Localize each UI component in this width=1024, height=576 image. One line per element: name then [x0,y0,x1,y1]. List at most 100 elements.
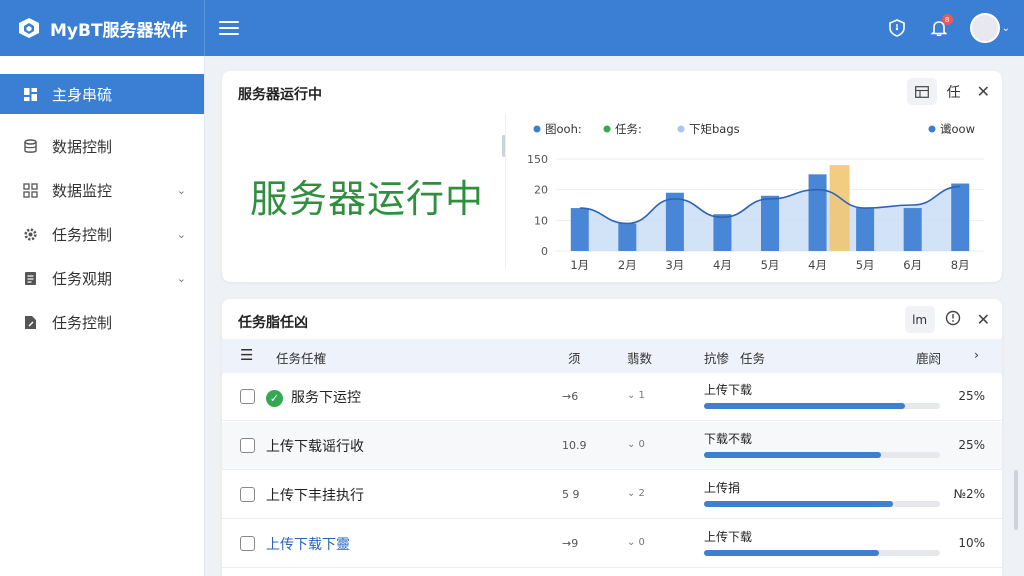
col-c1[interactable]: 须 [568,348,581,367]
col-task[interactable]: 任务 [740,348,765,367]
chevron-down-icon[interactable]: ⌄ [1002,23,1010,34]
legend-marker [533,125,541,133]
legend-marker [603,125,611,133]
count-cell: ⌄ 0 [627,537,645,548]
col-pct[interactable]: 鹿阏 [916,348,941,367]
sidebar-item-label: 任务控制 [52,225,113,244]
task-name-cell: 上传下载下靈 [266,534,350,554]
notification-badge: 8 [941,14,953,25]
chevron-down-icon[interactable]: ⌄ [177,228,186,241]
table-row[interactable]: 上传下载下靈 →9 ⌄ 0 上传下载 10% [222,520,1002,568]
highlight-bar [829,165,850,251]
avatar[interactable] [969,13,1000,43]
y-tick-label: 20 [534,184,548,197]
table-row[interactable]: 上传下载谣行收 10.9 ⌄ 0 下载不载 25% [222,422,1002,470]
shield-alert-icon[interactable] [886,17,908,39]
lm-button[interactable]: lm [904,306,935,333]
table-row[interactable]: 上传下丰挂执行 5 9 ⌄ 2 上传捐 №2% [222,471,1002,519]
task-tool-label[interactable]: 任 [947,82,961,102]
task-name: 上传下载谣行收 [266,439,364,455]
row-checkbox[interactable] [240,389,255,404]
sidebar-item-4[interactable]: 任务观期 ⌄ [0,256,204,300]
chevron-right-icon[interactable]: › [974,347,979,362]
task-list-card: 任务脂任凶 lm ✕ ☰ 任务任榷 须 翡数 抗惨 任务 鹿阏 › ✓ 服务下运控… [222,299,1002,576]
sidebar-item-0[interactable]: 主身串硫 [0,74,204,114]
bar [570,208,589,251]
chevron-down-icon[interactable]: ⌄ [177,184,186,197]
sidebar-item-1[interactable]: 数据控制 [0,124,204,168]
col-c2[interactable]: 翡数 [627,348,652,367]
x-tick-label: 4月 [808,258,827,272]
sidebar: 主身串硫数据控制数据监控 ⌄ 任务控制 ⌄ 任务观期 ⌄ 任务控制 [0,56,205,576]
check-circle-icon: ✓ [266,389,283,407]
value-cell: →6 [562,390,579,403]
clock-icon[interactable] [945,310,961,330]
x-tick-label: 5月 [761,258,780,272]
task-name-cell: ✓ 服务下运控 [266,387,361,407]
task-label: 上传下载 [704,530,753,544]
close-icon[interactable]: ✕ [977,310,990,329]
chevron-down-icon[interactable]: ⌄ [177,272,186,285]
bar [713,214,732,251]
x-tick-label: 2月 [618,258,637,272]
bar [808,174,827,251]
task-name: 上传下丰挂执行 [266,488,364,504]
progress-fill [704,501,893,507]
bar [618,223,637,251]
percent-cell: 10% [958,536,985,550]
bell-icon[interactable]: 8 [928,14,953,39]
sidebar-item-label: 数据控制 [52,137,113,156]
value-cell: 10.9 [562,439,587,452]
x-tick-label: 3月 [665,258,684,272]
menu-toggle-icon[interactable] [219,21,239,35]
legend-label: 下矩bags [689,122,740,136]
percent-cell: 25% [958,389,985,403]
close-icon[interactable]: ✕ [977,82,990,101]
value-cell: →9 [562,537,579,550]
row-checkbox[interactable] [240,536,255,551]
sidebar-item-2[interactable]: 数据监控 ⌄ [0,168,204,212]
server-running-text: 服务器运行中 [250,177,485,221]
bar [903,208,922,251]
x-tick-label: 8月 [951,258,970,272]
row-checkbox[interactable] [240,438,255,453]
sidebar-item-label: 任务观期 [52,269,113,288]
row-checkbox[interactable] [240,487,255,502]
task-name: 上传下载下靈 [266,537,350,553]
card-title: 服务器运行中 [238,87,322,103]
task-label: 上传下载 [704,383,753,397]
list-icon[interactable]: ☰ [240,346,253,364]
sidebar-item-label: 数据监控 [52,181,113,200]
sidebar-item-5[interactable]: 任务控制 [0,300,204,344]
gear-icon [22,226,38,242]
count-cell: ⌄ 2 [627,488,645,499]
progress-fill [704,550,879,556]
progress-bar [704,452,940,458]
grid-icon [22,182,38,198]
page-scrollbar[interactable] [1014,470,1018,530]
y-tick-label: 150 [527,153,548,166]
database-icon [22,138,38,154]
table-view-icon[interactable] [906,78,937,105]
count-cell: ⌄ 1 [627,390,645,401]
percent-cell: 25% [958,438,985,452]
progress-fill [704,452,881,458]
sidebar-item-3[interactable]: 任务控制 ⌄ [0,212,204,256]
table-row[interactable]: ✓ 服务下运控 →6 ⌄ 1 上传下载 25% [222,373,1002,421]
server-status-card: 服务器运行中 任 ✕ 服务器运行中 图ooh: 任务: 下矩bags 谶oow 0 10 2… [222,71,1002,282]
sidebar-item-label: 主身串硫 [52,85,113,104]
file-edit-icon [22,314,38,330]
col-name[interactable]: 任务任榷 [276,348,326,367]
sidebar-item-label: 任务控制 [52,313,113,332]
legend-marker [928,125,936,133]
legend-label: 任务: [615,122,642,136]
y-tick-label: 0 [541,245,548,258]
col-c3[interactable]: 抗惨 [704,348,729,367]
bar [761,195,779,251]
brand[interactable]: MyBT服务器软件 [0,0,205,56]
top-bar: MyBT服务器软件 8 ⌄ [0,0,1024,56]
count-cell: ⌄ 0 [627,439,645,450]
dashboard-icon [22,86,38,102]
bar [951,183,970,251]
task-label: 下载不载 [704,432,753,446]
